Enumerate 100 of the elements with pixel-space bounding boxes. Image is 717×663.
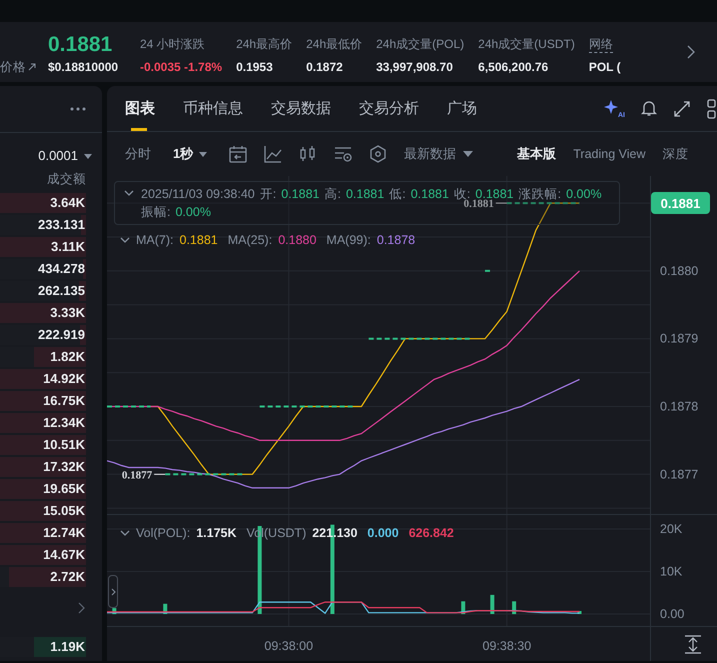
amount-value: 15.05K <box>43 503 86 519</box>
legend-label: Vol(POL): <box>136 525 190 541</box>
legend-value: 0.000 <box>367 525 399 541</box>
stat-label: 24h成交量(USDT) <box>478 36 575 53</box>
amount-value: 222.919 <box>38 327 86 343</box>
volume-bar <box>578 611 582 614</box>
stat-label: 24 小时涨跌 <box>140 36 206 53</box>
interval-button[interactable]: 分时 <box>125 145 151 163</box>
amount-value: 434.278 <box>38 261 86 277</box>
tab[interactable]: 交易分析 <box>359 99 419 131</box>
stat-value: 6,506,200.76 <box>478 59 550 76</box>
tab[interactable]: 图表 <box>125 99 155 131</box>
amount-value: 1.19K <box>50 639 86 655</box>
legend-label: MA(25): <box>228 232 272 248</box>
view-tab[interactable]: 深度 <box>662 146 688 162</box>
expand-icon[interactable] <box>674 100 690 116</box>
chevron-down-icon[interactable] <box>120 530 130 536</box>
candle-time: 2025/11/03 09:38:40 <box>141 187 255 201</box>
amount-value: 2.72K <box>50 569 86 585</box>
more-icon[interactable] <box>70 107 86 111</box>
field-value: 0.1881 <box>475 187 514 201</box>
chevron-down-icon[interactable] <box>124 190 134 196</box>
fit-icon[interactable] <box>684 635 702 654</box>
candlestick-icon[interactable] <box>299 145 318 163</box>
axis-label: 0.1878 <box>660 400 698 414</box>
tab[interactable]: 币种信息 <box>183 99 243 131</box>
volume-bar <box>163 604 168 614</box>
calendar-icon[interactable] <box>229 145 248 163</box>
axis-label: 20K <box>660 522 682 536</box>
amount-value: 3.11K <box>51 239 86 255</box>
stat-label: 24h最高价 <box>236 36 292 53</box>
legend-value: 0.1880 <box>278 232 316 248</box>
stat-value: 0.1953 <box>236 59 274 76</box>
annotation: 0.1877 <box>122 469 153 482</box>
legend-value: 0.1878 <box>376 232 416 248</box>
volume-bar <box>490 594 494 614</box>
data-dropdown[interactable]: 最新数据 <box>404 145 474 163</box>
field-label: 开: <box>260 187 276 201</box>
tab[interactable]: 交易数据 <box>271 99 331 131</box>
field-label: 高: <box>324 187 341 201</box>
chevron-right-icon <box>110 588 116 596</box>
caret-icon <box>84 154 92 158</box>
field-value: 0.00% <box>175 205 211 219</box>
amount-value: 10.51K <box>43 437 86 453</box>
last-price: 0.1881 <box>48 33 114 57</box>
view-tab[interactable]: Trading View <box>573 147 646 161</box>
amount-value: 12.74K <box>43 525 86 541</box>
axis-label: 09:38:30 <box>482 639 532 653</box>
view-tab[interactable]: 基本版 <box>517 145 556 163</box>
axis-label: 0.1879 <box>660 332 698 346</box>
stat-value: 0.1872 <box>306 59 344 76</box>
price-link[interactable]: 价格 <box>0 58 26 76</box>
tab[interactable]: 广场 <box>447 99 477 131</box>
amount-value: 16.75K <box>43 393 86 409</box>
tick-size-dropdown[interactable]: 0.0001 <box>38 148 92 164</box>
field-value: 0.1881 <box>281 187 320 201</box>
stat-label: 24h成交量(POL) <box>376 36 464 53</box>
legend-value: 0.1881 <box>180 232 218 248</box>
field-label: 振幅: <box>141 205 170 219</box>
axis-label: 10K <box>660 564 682 578</box>
amount-value: 233.131 <box>38 217 86 233</box>
field-label: 收: <box>454 187 470 201</box>
stat-value: -0.0035 -1.78% <box>140 59 222 76</box>
stat-value: POL ( <box>588 59 621 76</box>
amount-value: 17.32K <box>43 459 86 475</box>
amount-value: 3.33K <box>50 305 86 321</box>
stat-label: 网络 <box>588 36 613 53</box>
axis-label: 0.1877 <box>660 467 698 482</box>
field-value: 0.1881 <box>410 187 449 201</box>
field-label: 低: <box>389 187 406 201</box>
amount-value: 12.34K <box>43 415 86 431</box>
volume-bar <box>512 601 516 614</box>
caret-icon <box>463 151 474 157</box>
volume-bar <box>461 601 466 614</box>
annotation: 0.1881 <box>464 198 494 210</box>
chevron-right-icon[interactable] <box>687 45 695 59</box>
price-tag: 0.1881 <box>651 192 710 214</box>
bell-icon[interactable] <box>641 100 657 117</box>
field-value: 0.00% <box>566 187 602 201</box>
stat-label: 24h最低价 <box>306 36 362 53</box>
column-header: 成交额 <box>46 171 87 187</box>
amount-value: 1.82K <box>50 349 86 365</box>
legend-value: 1.175K <box>196 525 236 541</box>
chevron-down-icon[interactable] <box>120 237 130 243</box>
amount-value: 262.135 <box>38 283 86 299</box>
amount-value: 14.92K <box>43 371 86 387</box>
axis-label: 0.00 <box>660 607 684 621</box>
line-chart-icon[interactable] <box>264 145 282 163</box>
stat-value: 33,997,908.70 <box>376 59 454 76</box>
legend-value: 626.842 <box>408 525 454 541</box>
indicator-settings-icon[interactable] <box>334 145 352 163</box>
field-label: 涨跌幅: <box>518 187 562 201</box>
amount-value: 14.67K <box>43 547 86 563</box>
hexagon-icon[interactable] <box>369 145 388 163</box>
axis-label: 09:38:00 <box>264 639 314 653</box>
chevron-right-icon[interactable] <box>78 602 85 614</box>
amount-value: 3.64K <box>50 195 86 211</box>
interval-button[interactable]: 1秒 <box>173 145 208 163</box>
expand-toggle[interactable] <box>108 575 118 608</box>
field-value: 0.1881 <box>346 187 384 201</box>
